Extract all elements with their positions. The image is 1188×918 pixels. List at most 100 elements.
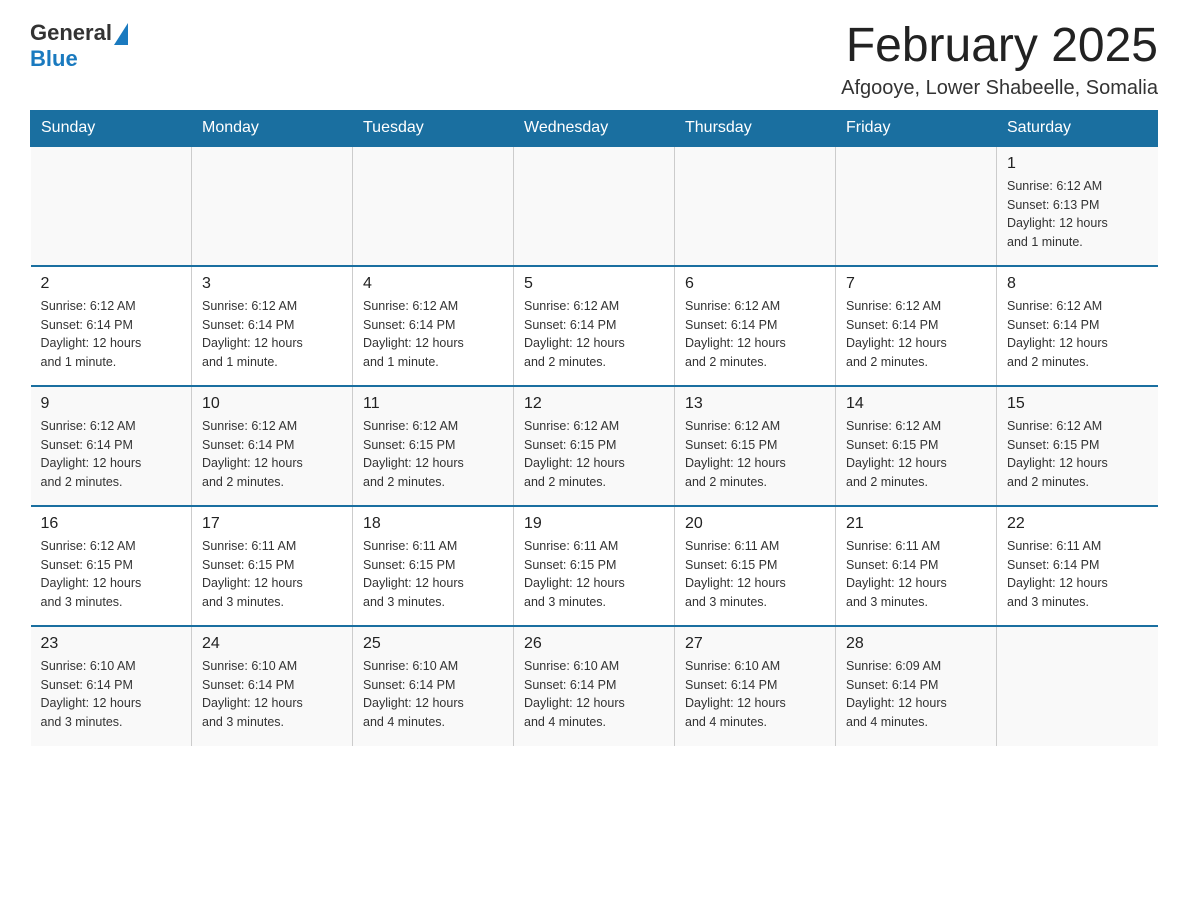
calendar-cell: 6 Sunrise: 6:12 AMSunset: 6:14 PMDaylight…	[675, 266, 836, 386]
day-number: 3	[202, 275, 342, 293]
day-number: 22	[1007, 515, 1148, 533]
day-number: 13	[685, 395, 825, 413]
day-header-tuesday: Tuesday	[353, 110, 514, 146]
logo-triangle-icon	[114, 23, 128, 45]
calendar-cell: 3 Sunrise: 6:12 AMSunset: 6:14 PMDaylight…	[192, 266, 353, 386]
day-info: Sunrise: 6:11 AMSunset: 6:14 PMDaylight:…	[1007, 537, 1148, 612]
calendar-cell: 5 Sunrise: 6:12 AMSunset: 6:14 PMDaylight…	[514, 266, 675, 386]
logo-general-text: General	[30, 20, 112, 46]
day-info: Sunrise: 6:12 AMSunset: 6:14 PMDaylight:…	[41, 297, 182, 372]
calendar-header: SundayMondayTuesdayWednesdayThursdayFrid…	[31, 110, 1158, 146]
day-info: Sunrise: 6:11 AMSunset: 6:15 PMDaylight:…	[202, 537, 342, 612]
day-info: Sunrise: 6:12 AMSunset: 6:14 PMDaylight:…	[524, 297, 664, 372]
calendar-week-4: 16Sunrise: 6:12 AMSunset: 6:15 PMDayligh…	[31, 506, 1158, 626]
location-subtitle: Afgooye, Lower Shabeelle, Somalia	[841, 77, 1158, 100]
day-info: Sunrise: 6:11 AMSunset: 6:15 PMDaylight:…	[363, 537, 503, 612]
logo-blue-text: Blue	[30, 46, 78, 72]
day-info: Sunrise: 6:12 AMSunset: 6:15 PMDaylight:…	[1007, 417, 1148, 492]
day-info: Sunrise: 6:10 AMSunset: 6:14 PMDaylight:…	[363, 657, 503, 732]
day-number: 14	[846, 395, 986, 413]
calendar-cell: 24 Sunrise: 6:10 AMSunset: 6:14 PMDayligh…	[192, 626, 353, 746]
day-number: 25	[363, 635, 503, 653]
day-number: 11	[363, 395, 503, 413]
day-info: Sunrise: 6:12 AMSunset: 6:14 PMDaylight:…	[202, 417, 342, 492]
day-info: Sunrise: 6:12 AMSunset: 6:14 PMDaylight:…	[363, 297, 503, 372]
day-info: Sunrise: 6:12 AMSunset: 6:15 PMDaylight:…	[685, 417, 825, 492]
calendar-cell: 25 Sunrise: 6:10 AMSunset: 6:14 PMDayligh…	[353, 626, 514, 746]
calendar-cell	[675, 146, 836, 266]
calendar-cell	[836, 146, 997, 266]
day-header-sunday: Sunday	[31, 110, 192, 146]
calendar-cell: 7 Sunrise: 6:12 AMSunset: 6:14 PMDaylight…	[836, 266, 997, 386]
calendar-week-2: 2 Sunrise: 6:12 AMSunset: 6:14 PMDaylight…	[31, 266, 1158, 386]
day-info: Sunrise: 6:10 AMSunset: 6:14 PMDaylight:…	[202, 657, 342, 732]
day-number: 28	[846, 635, 986, 653]
calendar-table: SundayMondayTuesdayWednesdayThursdayFrid…	[30, 110, 1158, 746]
day-number: 26	[524, 635, 664, 653]
day-info: Sunrise: 6:12 AMSunset: 6:14 PMDaylight:…	[846, 297, 986, 372]
day-number: 17	[202, 515, 342, 533]
day-info: Sunrise: 6:11 AMSunset: 6:14 PMDaylight:…	[846, 537, 986, 612]
day-number: 27	[685, 635, 825, 653]
calendar-cell: 13 Sunrise: 6:12 AMSunset: 6:15 PMDayligh…	[675, 386, 836, 506]
day-number: 5	[524, 275, 664, 293]
calendar-cell: 15 Sunrise: 6:12 AMSunset: 6:15 PMDayligh…	[997, 386, 1158, 506]
day-info: Sunrise: 6:12 AMSunset: 6:14 PMDaylight:…	[685, 297, 825, 372]
day-info: Sunrise: 6:12 AMSunset: 6:15 PMDaylight:…	[524, 417, 664, 492]
day-info: Sunrise: 6:10 AMSunset: 6:14 PMDaylight:…	[41, 657, 182, 732]
day-info: Sunrise: 6:10 AMSunset: 6:14 PMDaylight:…	[685, 657, 825, 732]
day-number: 8	[1007, 275, 1148, 293]
day-info: Sunrise: 6:11 AMSunset: 6:15 PMDaylight:…	[685, 537, 825, 612]
day-number: 24	[202, 635, 342, 653]
day-number: 6	[685, 275, 825, 293]
calendar-cell: 19Sunrise: 6:11 AMSunset: 6:15 PMDayligh…	[514, 506, 675, 626]
day-number: 2	[41, 275, 182, 293]
day-number: 15	[1007, 395, 1148, 413]
day-number: 7	[846, 275, 986, 293]
day-header-thursday: Thursday	[675, 110, 836, 146]
calendar-week-1: 1Sunrise: 6:12 AMSunset: 6:13 PMDaylight…	[31, 146, 1158, 266]
day-header-wednesday: Wednesday	[514, 110, 675, 146]
day-info: Sunrise: 6:11 AMSunset: 6:15 PMDaylight:…	[524, 537, 664, 612]
calendar-cell	[997, 626, 1158, 746]
calendar-cell: 22 Sunrise: 6:11 AMSunset: 6:14 PMDayligh…	[997, 506, 1158, 626]
calendar-cell: 11Sunrise: 6:12 AMSunset: 6:15 PMDayligh…	[353, 386, 514, 506]
calendar-cell: 27 Sunrise: 6:10 AMSunset: 6:14 PMDayligh…	[675, 626, 836, 746]
calendar-cell	[192, 146, 353, 266]
calendar-cell: 12 Sunrise: 6:12 AMSunset: 6:15 PMDayligh…	[514, 386, 675, 506]
calendar-cell: 26Sunrise: 6:10 AMSunset: 6:14 PMDayligh…	[514, 626, 675, 746]
calendar-cell: 14 Sunrise: 6:12 AMSunset: 6:15 PMDayligh…	[836, 386, 997, 506]
calendar-cell: 4Sunrise: 6:12 AMSunset: 6:14 PMDaylight…	[353, 266, 514, 386]
day-number: 23	[41, 635, 182, 653]
day-number: 20	[685, 515, 825, 533]
calendar-body: 1Sunrise: 6:12 AMSunset: 6:13 PMDaylight…	[31, 146, 1158, 746]
month-title: February 2025	[841, 20, 1158, 73]
calendar-cell: 23 Sunrise: 6:10 AMSunset: 6:14 PMDayligh…	[31, 626, 192, 746]
calendar-week-3: 9 Sunrise: 6:12 AMSunset: 6:14 PMDaylight…	[31, 386, 1158, 506]
page-header: General Blue February 2025 Afgooye, Lowe…	[30, 20, 1158, 100]
day-header-friday: Friday	[836, 110, 997, 146]
calendar-cell: 1Sunrise: 6:12 AMSunset: 6:13 PMDaylight…	[997, 146, 1158, 266]
day-number: 9	[41, 395, 182, 413]
day-number: 18	[363, 515, 503, 533]
calendar-cell	[514, 146, 675, 266]
title-section: February 2025 Afgooye, Lower Shabeelle, …	[841, 20, 1158, 100]
calendar-cell: 10 Sunrise: 6:12 AMSunset: 6:14 PMDayligh…	[192, 386, 353, 506]
calendar-cell: 9Sunrise: 6:12 AMSunset: 6:14 PMDaylight…	[31, 386, 192, 506]
calendar-cell	[31, 146, 192, 266]
day-info: Sunrise: 6:12 AMSunset: 6:14 PMDaylight:…	[202, 297, 342, 372]
calendar-cell: 17 Sunrise: 6:11 AMSunset: 6:15 PMDayligh…	[192, 506, 353, 626]
day-number: 1	[1007, 155, 1148, 173]
day-number: 12	[524, 395, 664, 413]
calendar-cell	[353, 146, 514, 266]
day-number: 10	[202, 395, 342, 413]
calendar-cell: 16Sunrise: 6:12 AMSunset: 6:15 PMDayligh…	[31, 506, 192, 626]
calendar-cell: 2 Sunrise: 6:12 AMSunset: 6:14 PMDaylight…	[31, 266, 192, 386]
calendar-cell: 18 Sunrise: 6:11 AMSunset: 6:15 PMDayligh…	[353, 506, 514, 626]
day-info: Sunrise: 6:12 AMSunset: 6:15 PMDaylight:…	[846, 417, 986, 492]
day-info: Sunrise: 6:09 AMSunset: 6:14 PMDaylight:…	[846, 657, 986, 732]
day-number: 16	[41, 515, 182, 533]
header-row: SundayMondayTuesdayWednesdayThursdayFrid…	[31, 110, 1158, 146]
day-header-monday: Monday	[192, 110, 353, 146]
calendar-cell: 21Sunrise: 6:11 AMSunset: 6:14 PMDayligh…	[836, 506, 997, 626]
